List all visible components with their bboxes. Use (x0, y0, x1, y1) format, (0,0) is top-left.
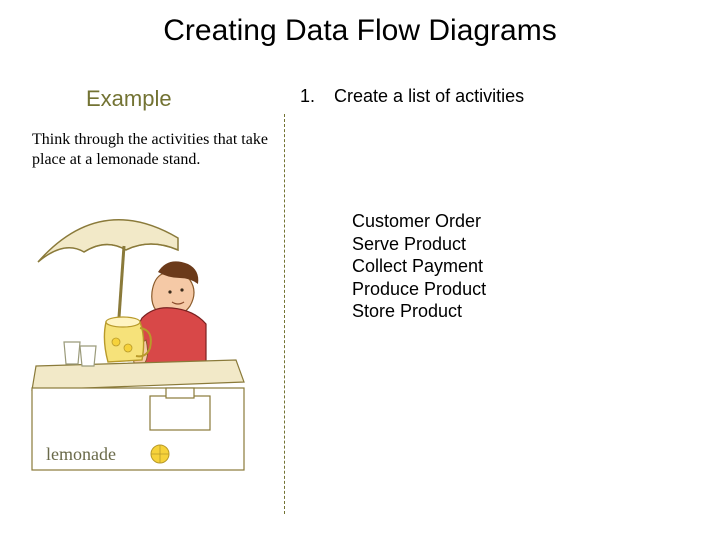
instruction-text: Think through the activities that take p… (32, 130, 272, 170)
activities-list: Customer Order Serve Product Collect Pay… (352, 210, 486, 323)
example-heading: Example (86, 86, 172, 112)
cups-icon (64, 342, 96, 366)
list-item: Serve Product (352, 233, 486, 256)
list-item: Produce Product (352, 278, 486, 301)
list-item: Customer Order (352, 210, 486, 233)
list-item: Collect Payment (352, 255, 486, 278)
list-item: Store Product (352, 300, 486, 323)
step-number: 1. (300, 86, 315, 107)
lemonade-stand-illustration: lemonade (30, 210, 250, 490)
page-title: Creating Data Flow Diagrams (0, 14, 720, 48)
sign-text: lemonade (46, 444, 116, 464)
step-text: Create a list of activities (334, 86, 524, 106)
vertical-divider (284, 114, 285, 514)
step-heading: 1. Create a list of activities (300, 86, 524, 107)
